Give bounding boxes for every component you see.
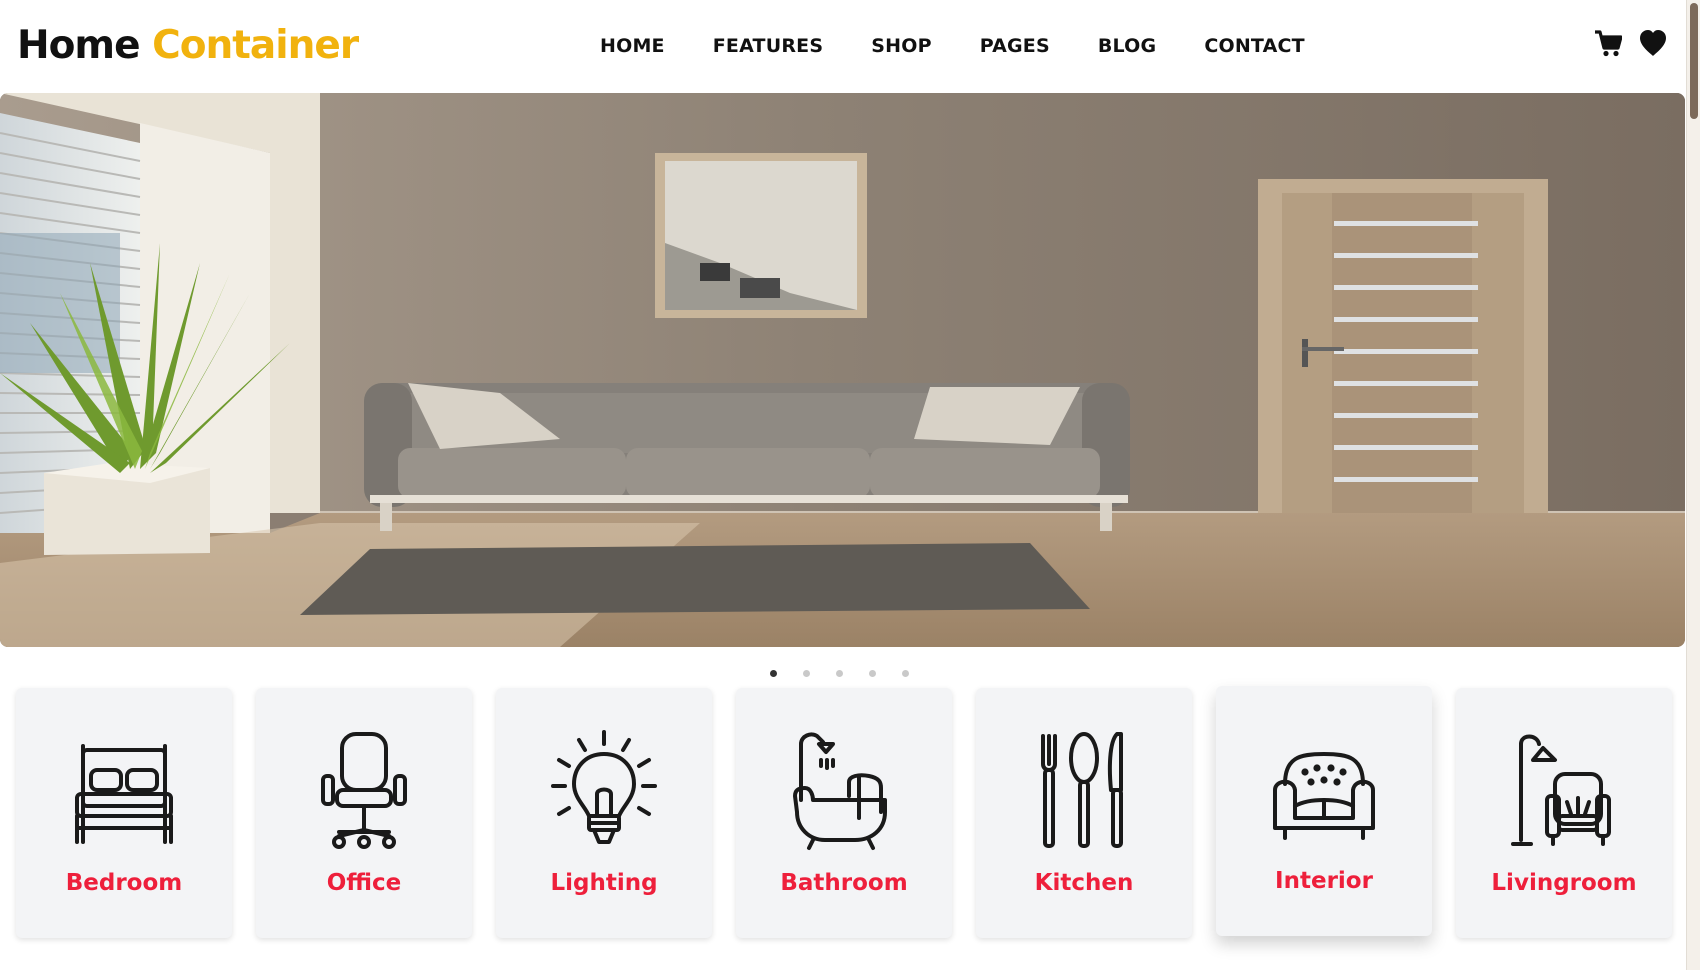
category-label-livingroom: Livingroom	[1491, 870, 1637, 896]
cart-icon[interactable]	[1594, 28, 1622, 58]
page-scrollbar[interactable]	[1686, 0, 1700, 970]
category-card-kitchen[interactable]: Kitchen	[976, 688, 1192, 938]
category-card-bedroom[interactable]: Bedroom	[16, 688, 232, 938]
nav-blog[interactable]: BLOG	[1098, 30, 1156, 62]
carousel-dot-4[interactable]	[869, 670, 876, 677]
carousel-dot-1[interactable]	[770, 670, 777, 677]
nav-contact[interactable]: CONTACT	[1204, 30, 1305, 62]
category-label-interior: Interior	[1275, 868, 1373, 894]
brand-word-container: Container	[152, 23, 359, 68]
category-label-kitchen: Kitchen	[1034, 870, 1134, 896]
category-label-office: Office	[326, 870, 402, 896]
carousel-dot-5[interactable]	[902, 670, 909, 677]
site-header: Home Container HOME FEATURES SHOP PAGES …	[0, 0, 1686, 93]
category-card-interior[interactable]: Interior	[1216, 686, 1432, 936]
floor-lamp-armchair-icon	[1509, 730, 1619, 860]
category-card-livingroom[interactable]: Livingroom	[1456, 688, 1672, 938]
category-card-lighting[interactable]: Lighting	[496, 688, 712, 938]
nav-pages[interactable]: PAGES	[980, 30, 1050, 62]
heart-icon[interactable]	[1638, 28, 1668, 58]
category-row: Bedroom Office Lighting Bathroom Kitchen…	[16, 686, 1672, 938]
carousel-dot-3[interactable]	[836, 670, 843, 677]
nav-home[interactable]: HOME	[600, 30, 665, 62]
bed-icon	[69, 730, 179, 860]
category-card-bathroom[interactable]: Bathroom	[736, 688, 952, 938]
light-bulb-icon	[549, 730, 659, 860]
main-nav: HOME FEATURES SHOP PAGES BLOG CONTACT	[600, 30, 1353, 62]
category-card-office[interactable]: Office	[256, 688, 472, 938]
nav-shop[interactable]: SHOP	[871, 30, 931, 62]
header-icons	[1594, 28, 1668, 58]
brand-logo[interactable]: Home Container	[17, 21, 359, 71]
carousel-dot-2[interactable]	[803, 670, 810, 677]
cutlery-icon	[1029, 730, 1139, 860]
office-chair-icon	[309, 730, 419, 860]
carousel-dots	[770, 670, 909, 677]
scrollbar-thumb[interactable]	[1690, 3, 1698, 119]
sofa-icon	[1269, 728, 1379, 858]
hero-slide-living-room	[0, 93, 1685, 647]
bathtub-icon	[789, 730, 899, 860]
category-label-bathroom: Bathroom	[780, 870, 908, 896]
category-label-bedroom: Bedroom	[65, 870, 183, 896]
nav-features[interactable]: FEATURES	[713, 30, 823, 62]
brand-word-home: Home	[17, 23, 141, 68]
category-label-lighting: Lighting	[550, 870, 658, 896]
